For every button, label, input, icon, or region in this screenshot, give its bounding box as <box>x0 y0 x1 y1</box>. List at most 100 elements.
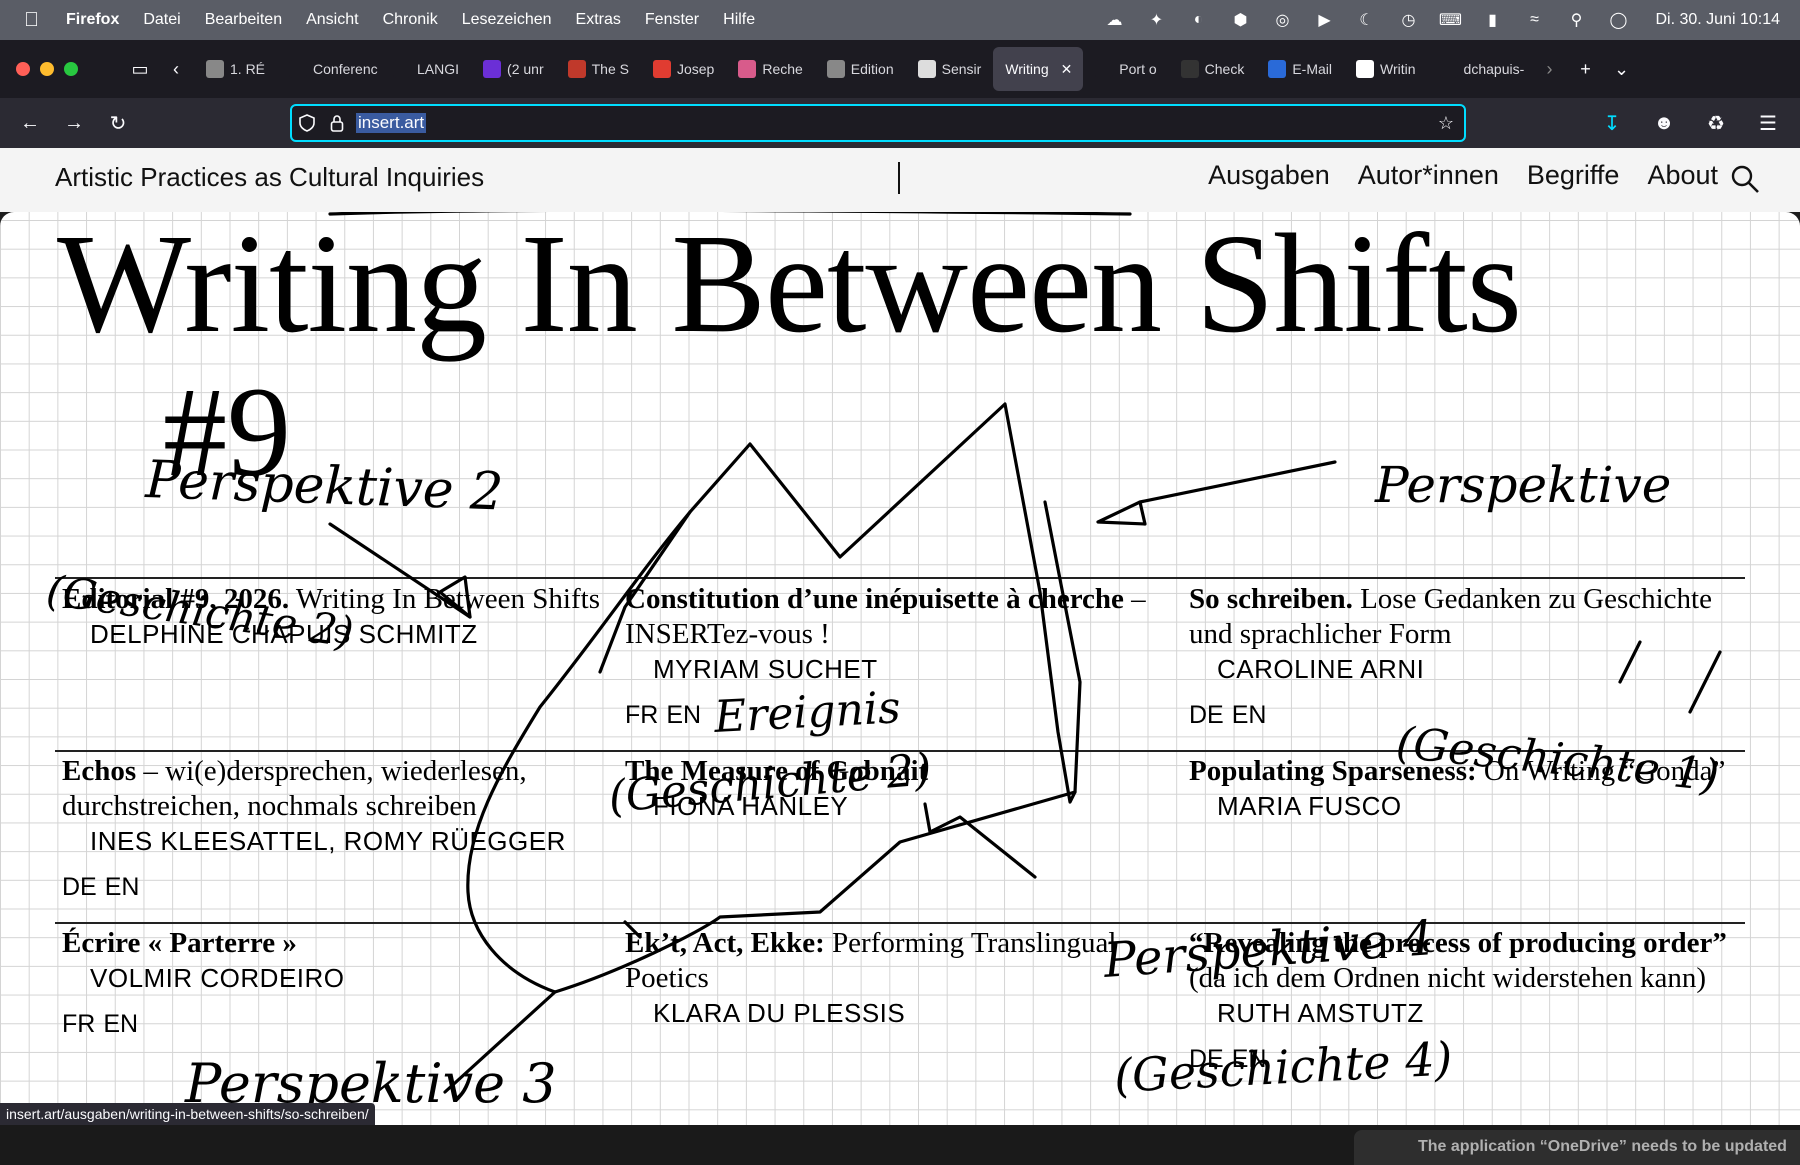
pinwheel-icon[interactable]: ✦ <box>1145 10 1167 30</box>
site-search-icon[interactable] <box>1730 164 1760 194</box>
article-title[interactable]: “Revealing the process of producing orde… <box>1189 927 1727 959</box>
article-authors[interactable]: INES KLEESATTEL, ROMY RÜEGGER <box>62 824 602 858</box>
lang-link-fr[interactable]: FR <box>62 1010 95 1038</box>
article-title[interactable]: Echos <box>62 755 136 787</box>
lang-link-en[interactable]: EN <box>105 873 140 901</box>
article-authors[interactable]: KLARA DU PLESSIS <box>625 996 1165 1030</box>
article-card[interactable]: Editorial #9, 2026. Writing In Between S… <box>62 582 602 651</box>
menu-item-bearbeiten[interactable]: Bearbeiten <box>205 11 282 29</box>
article-card[interactable]: Ek’t, Act, Ekke: Performing Translingual… <box>625 926 1165 1030</box>
browser-tab[interactable]: 1. RÉ <box>194 47 277 91</box>
menu-item-chronik[interactable]: Chronik <box>383 11 438 29</box>
article-title[interactable]: Populating Sparseness: <box>1189 755 1477 787</box>
forward-button[interactable]: → <box>52 105 96 141</box>
article-authors[interactable]: MARIA FUSCO <box>1189 789 1729 823</box>
article-subtitle[interactable]: (da ich dem Ordnen nicht widerstehen kan… <box>1189 962 1706 994</box>
article-card[interactable]: Écrire « Parterre » VOLMIR CORDEIRO FR EN <box>62 926 602 1042</box>
article-subtitle[interactable]: On Writing “Gonda” <box>1477 755 1726 787</box>
menu-item-ansicht[interactable]: Ansicht <box>306 11 358 29</box>
minimize-window-button[interactable] <box>40 62 54 76</box>
scroll-tabs-left-icon[interactable]: ‹ <box>158 51 194 87</box>
scroll-tabs-right-icon[interactable]: › <box>1532 51 1568 87</box>
browser-tab[interactable]: The S <box>556 47 641 91</box>
browser-tab[interactable]: Writing ✕ <box>993 47 1084 91</box>
close-window-button[interactable] <box>16 62 30 76</box>
tab-list-chevron-down-icon[interactable]: ⌄ <box>1604 51 1640 87</box>
browser-tab[interactable]: Writin <box>1344 47 1428 91</box>
browser-tab[interactable]: E-Mail <box>1256 47 1344 91</box>
apple-menu-icon[interactable]:  <box>24 9 44 32</box>
clock-history-icon[interactable]: ◷ <box>1397 10 1419 30</box>
lang-link-de[interactable]: DE <box>1189 701 1224 729</box>
close-tab-icon[interactable]: ✕ <box>1061 61 1073 78</box>
fingerprint-icon[interactable]: ◎ <box>1271 10 1293 30</box>
lang-link-en[interactable]: EN <box>103 1010 138 1038</box>
account-icon[interactable]: ☻ <box>1642 105 1686 141</box>
nav-ausgaben[interactable]: Ausgaben <box>1208 160 1330 191</box>
article-card[interactable]: Populating Sparseness: On Writing “Gonda… <box>1189 754 1729 823</box>
menu-item-fenster[interactable]: Fenster <box>645 11 699 29</box>
app-menu-icon[interactable]: ☰ <box>1746 105 1790 141</box>
tracking-shield-icon[interactable] <box>292 114 322 132</box>
nav-begriffe[interactable]: Begriffe <box>1527 160 1620 191</box>
spinner-icon[interactable]: ◐ <box>1187 10 1209 30</box>
zoom-window-button[interactable] <box>64 62 78 76</box>
article-card[interactable]: The Measure of Gobnait FIONA HANLEY <box>625 754 1165 823</box>
browser-tab[interactable]: Reche <box>726 47 814 91</box>
article-card[interactable]: Constitution d’une inépuisette à cherche… <box>625 582 1165 733</box>
article-title[interactable]: Constitution d’une inépuisette à cherche <box>625 583 1124 615</box>
lock-icon[interactable] <box>322 114 352 132</box>
onedrive-notification[interactable]: The application “OneDrive” needs to be u… <box>1354 1130 1800 1165</box>
lang-link-fr[interactable]: FR <box>625 701 658 729</box>
lang-link-en[interactable]: EN <box>1232 1045 1267 1073</box>
article-subtitle[interactable]: Writing In Between Shifts <box>289 583 600 615</box>
article-title[interactable]: Ek’t, Act, Ekke: <box>625 927 825 959</box>
battery-icon[interactable]: ▮ <box>1481 10 1503 30</box>
shield-icon[interactable]: ⬢ <box>1229 10 1251 30</box>
cloud-icon[interactable]: ☁ <box>1103 10 1125 30</box>
extensions-icon[interactable]: ♻ <box>1694 105 1738 141</box>
browser-tab[interactable]: Conferenc <box>277 47 381 91</box>
menu-item-extras[interactable]: Extras <box>576 11 621 29</box>
back-button[interactable]: ← <box>8 105 52 141</box>
lang-link-de[interactable]: DE <box>62 873 97 901</box>
new-tab-icon[interactable]: + <box>1568 51 1604 87</box>
nav-about[interactable]: About <box>1647 160 1718 191</box>
nav-autorinnen[interactable]: Autor*innen <box>1358 160 1499 191</box>
lang-link-de[interactable]: DE <box>1189 1045 1224 1073</box>
article-card[interactable]: So schreiben. Lose Gedanken zu Geschicht… <box>1189 582 1729 733</box>
article-title[interactable]: Écrire « Parterre » <box>62 927 297 959</box>
control-center-icon[interactable]: ◯ <box>1607 10 1629 30</box>
menubar-clock[interactable]: Di. 30. Juni 10:14 <box>1655 11 1780 29</box>
reload-button[interactable]: ↻ <box>96 105 140 141</box>
article-authors[interactable]: RUTH AMSTUTZ <box>1189 996 1729 1030</box>
wifi-icon[interactable]: ≈ <box>1523 10 1545 30</box>
article-authors[interactable]: CAROLINE ARNI <box>1189 652 1729 686</box>
lang-link-en[interactable]: EN <box>1232 701 1267 729</box>
keyboard-icon[interactable]: ⌨ <box>1439 10 1462 30</box>
browser-tab[interactable]: LANGI <box>381 47 471 91</box>
article-authors[interactable]: FIONA HANLEY <box>625 789 1165 823</box>
browser-tab[interactable]: Edition <box>815 47 906 91</box>
browser-tab[interactable]: (2 unr <box>471 47 556 91</box>
menu-item-lesezeichen[interactable]: Lesezeichen <box>462 11 552 29</box>
downloads-icon[interactable]: ↧ <box>1590 105 1634 141</box>
article-title[interactable]: The Measure of Gobnait <box>625 755 928 787</box>
url-bar[interactable]: insert.art ☆ <box>290 104 1466 142</box>
browser-tab[interactable]: Josep <box>641 47 726 91</box>
search-icon[interactable]: ⚲ <box>1565 10 1587 30</box>
browser-tab[interactable]: dchapuis- <box>1428 47 1532 91</box>
moon-icon[interactable]: ☾ <box>1355 10 1377 30</box>
lang-link-en[interactable]: EN <box>666 701 701 729</box>
browser-tab[interactable]: Port o <box>1083 47 1168 91</box>
article-authors[interactable]: VOLMIR CORDEIRO <box>62 961 602 995</box>
bookmark-star-icon[interactable]: ☆ <box>1438 113 1454 134</box>
article-authors[interactable]: DELPHINE CHAPUIS SCHMITZ <box>62 617 602 651</box>
browser-tab[interactable]: Sensir <box>906 47 994 91</box>
menu-item-datei[interactable]: Datei <box>143 11 180 29</box>
menu-item-hilfe[interactable]: Hilfe <box>723 11 755 29</box>
menu-app-name[interactable]: Firefox <box>66 11 119 29</box>
article-card[interactable]: “Revealing the process of producing orde… <box>1189 926 1729 1077</box>
article-title[interactable]: Editorial #9, 2026. <box>62 583 289 615</box>
article-authors[interactable]: MYRIAM SUCHET <box>625 652 1165 686</box>
